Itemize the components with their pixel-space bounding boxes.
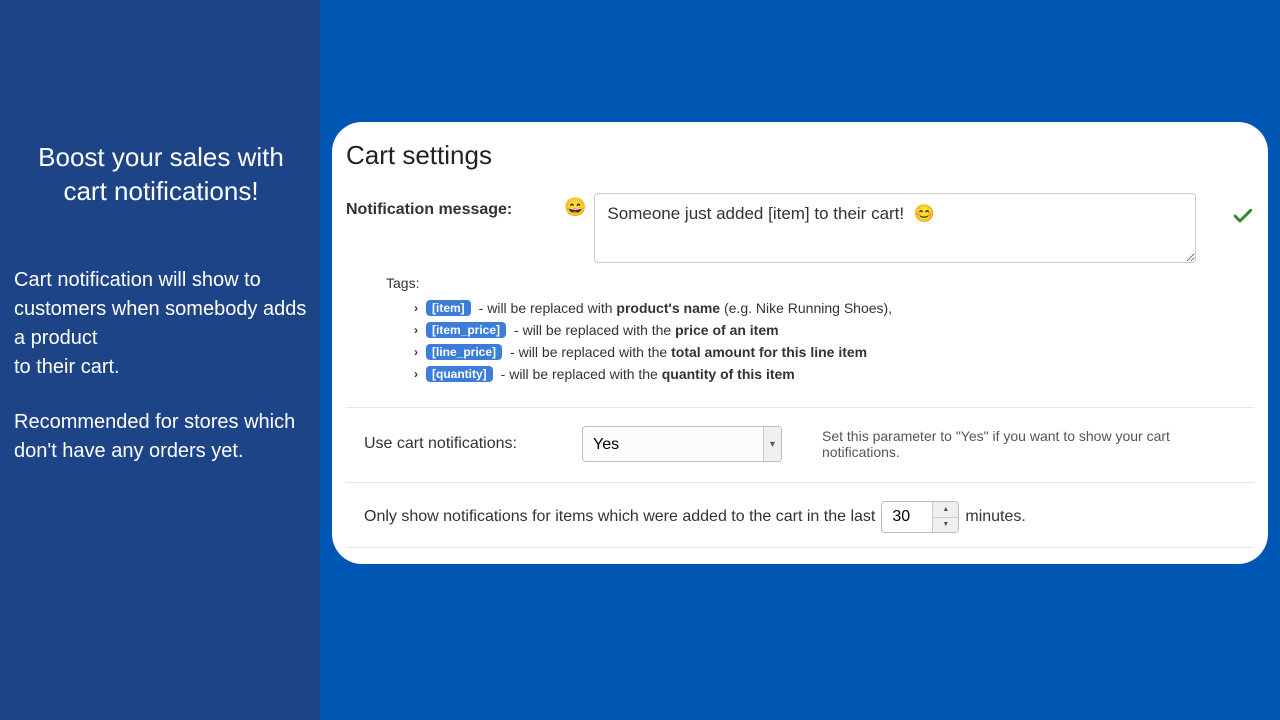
use-cart-notifications-select-wrap: Yes ▾: [582, 426, 782, 462]
tags-label: Tags:: [386, 275, 1254, 291]
tag-description: - will be replaced with product's name (…: [479, 300, 892, 316]
emoji-picker-button[interactable]: 😄: [564, 193, 586, 218]
check-icon: [1204, 193, 1252, 228]
tag-pill-item[interactable]: [item]: [426, 300, 471, 316]
tag-description: - will be replaced with the quantity of …: [501, 366, 795, 382]
promo-paragraph-1: Cart notification will show to customers…: [14, 266, 308, 382]
tag-line: › [line_price] - will be replaced with t…: [386, 341, 1254, 363]
notification-message-label: Notification message:: [346, 193, 556, 219]
tag-pill-quantity[interactable]: [quantity]: [426, 366, 493, 382]
tag-description: - will be replaced with the total amount…: [510, 344, 867, 360]
chevron-right-icon: ›: [414, 367, 418, 381]
minutes-prefix-text: Only show notifications for items which …: [364, 508, 875, 526]
tag-line: › [quantity] - will be replaced with the…: [386, 363, 1254, 385]
tag-line: › [item] - will be replaced with product…: [386, 297, 1254, 319]
promo-headline: Boost your sales with cart notifications…: [14, 140, 308, 208]
minutes-suffix-text: minutes.: [965, 508, 1025, 526]
tag-pill-line-price[interactable]: [line_price]: [426, 344, 502, 360]
use-cart-notifications-row: Use cart notifications: Yes ▾ Set this p…: [332, 408, 1268, 482]
main-area: Cart settings Notification message: 😄 So…: [320, 0, 1280, 720]
notification-message-row: Notification message: 😄 Someone just add…: [332, 193, 1268, 263]
cart-settings-card: Cart settings Notification message: 😄 So…: [332, 122, 1268, 564]
divider: [346, 547, 1254, 548]
chevron-right-icon: ›: [414, 301, 418, 315]
notification-message-input[interactable]: Someone just added [item] to their cart!…: [594, 193, 1196, 263]
promo-paragraph-2: Recommended for stores which don't have …: [14, 408, 308, 466]
minutes-input[interactable]: [881, 501, 959, 533]
chevron-right-icon: ›: [414, 345, 418, 359]
use-cart-notifications-select[interactable]: Yes: [582, 426, 782, 462]
use-cart-notifications-label: Use cart notifications:: [364, 435, 564, 453]
tag-line: › [item_price] - will be replaced with t…: [386, 319, 1254, 341]
chevron-right-icon: ›: [414, 323, 418, 337]
page-title: Cart settings: [332, 140, 1268, 193]
promo-sidebar: Boost your sales with cart notifications…: [0, 0, 320, 720]
tag-description: - will be replaced with the price of an …: [514, 322, 779, 338]
tag-pill-item-price[interactable]: [item_price]: [426, 322, 506, 338]
use-cart-notifications-help: Set this parameter to "Yes" if you want …: [822, 428, 1182, 460]
minutes-row: Only show notifications for items which …: [332, 483, 1268, 547]
tags-section: Tags: › [item] - will be replaced with p…: [332, 263, 1268, 407]
